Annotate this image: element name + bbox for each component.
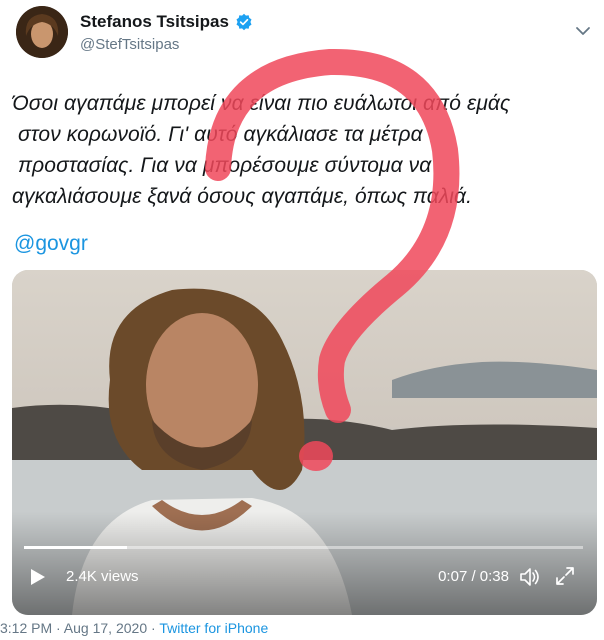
tweet-text-line: στον κορωνοϊό. Γι' αυτό αγκάλιασε τα μέτ… xyxy=(18,123,423,146)
video-progress-bar[interactable] xyxy=(24,546,583,549)
tweet-meta: 3:12 PM · Aug 17, 2020 · Twitter for iPh… xyxy=(0,620,268,636)
user-handle[interactable]: @StefTsitsipas xyxy=(80,36,179,53)
play-icon[interactable] xyxy=(30,568,46,586)
video-progress-fill xyxy=(24,546,127,549)
video-views: 2.4K views xyxy=(66,568,139,585)
tweet-timestamp[interactable]: 3:12 PM · Aug 17, 2020 xyxy=(0,620,147,636)
author-row: Stefanos Tsitsipas xyxy=(80,12,253,32)
verified-badge-icon xyxy=(235,13,253,31)
video-controls: 2.4K views 0:07 / 0:38 xyxy=(12,556,597,600)
volume-icon[interactable] xyxy=(519,566,541,588)
video-player[interactable]: 2.4K views 0:07 / 0:38 xyxy=(12,270,597,615)
video-time: 0:07 / 0:38 xyxy=(438,568,509,585)
tweet-text-line: προστασίας. Για να μπορέσουμε σύντομα να xyxy=(18,154,432,177)
meta-separator: · xyxy=(147,620,160,636)
display-name[interactable]: Stefanos Tsitsipas xyxy=(80,12,229,32)
tweet-text-line: αγκαλιάσουμε ξανά όσους αγαπάμε, όπως πα… xyxy=(12,185,473,208)
tweet-text-line: Όσοι αγαπάμε μπορεί να είναι πιο ευάλωτο… xyxy=(12,92,511,115)
mention-link[interactable]: @govgr xyxy=(14,232,88,256)
avatar[interactable] xyxy=(16,6,68,58)
tweet-text: Όσοι αγαπάμε μπορεί να είναι πιο ευάλωτο… xyxy=(12,88,597,212)
tweet-card: Stefanos Tsitsipas @StefTsitsipas Όσοι α… xyxy=(0,0,604,640)
chevron-down-icon[interactable] xyxy=(574,22,592,40)
expand-icon[interactable] xyxy=(555,566,575,586)
tweet-source-link[interactable]: Twitter for iPhone xyxy=(159,620,268,636)
